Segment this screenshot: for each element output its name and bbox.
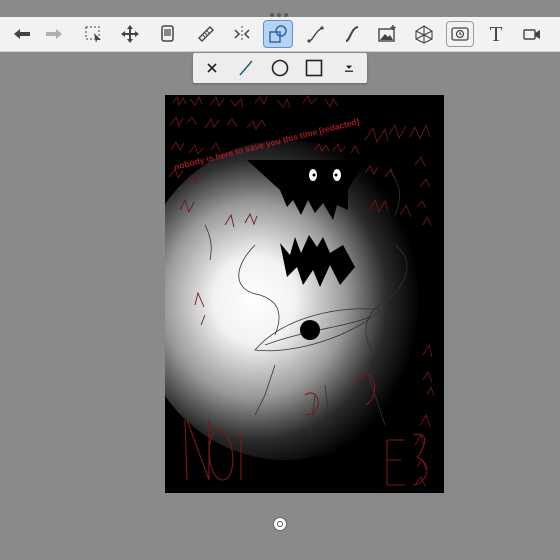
line-icon <box>239 60 253 76</box>
left-pupil <box>312 173 316 177</box>
stroke-button[interactable] <box>338 20 366 48</box>
timelapse-icon <box>451 27 469 41</box>
layers-button[interactable] <box>154 20 182 48</box>
ellipse-icon <box>271 59 289 77</box>
ruler-icon <box>198 26 214 42</box>
drag-handle[interactable] <box>268 4 292 17</box>
symmetry-button[interactable] <box>228 20 256 48</box>
dropdown-icon <box>345 65 353 72</box>
more-options-button[interactable] <box>337 56 361 80</box>
stroke-icon <box>345 26 359 42</box>
rectangle-shape-button[interactable] <box>302 56 326 80</box>
layers-icon <box>161 25 174 42</box>
right-pupil <box>334 173 338 177</box>
curve-icon <box>307 26 324 43</box>
curve-button[interactable] <box>302 20 330 48</box>
selection-button[interactable] <box>80 20 108 48</box>
handle-dot-icon <box>277 521 283 527</box>
symmetry-icon <box>234 26 250 42</box>
close-shapes-button[interactable] <box>200 56 224 80</box>
perspective-icon <box>415 25 433 44</box>
redo-button[interactable] <box>40 20 68 48</box>
eye-pupil <box>300 320 320 340</box>
selection-icon <box>85 26 101 43</box>
ruler-button[interactable] <box>192 20 220 48</box>
undo-button[interactable] <box>8 20 36 48</box>
drawing-canvas[interactable]: nobody is here to save you this time [re… <box>165 95 444 493</box>
perspective-button[interactable] <box>410 20 438 48</box>
video-icon <box>523 29 540 40</box>
text-button[interactable]: T <box>482 20 510 48</box>
redo-arrow-icon <box>46 29 62 39</box>
video-button[interactable] <box>518 20 546 48</box>
timelapse-button[interactable] <box>446 21 474 47</box>
main-toolbar: T <box>0 17 560 52</box>
canvas-handle[interactable] <box>274 518 286 530</box>
undo-arrow-icon <box>14 29 30 39</box>
move-button[interactable] <box>116 20 144 48</box>
image-icon <box>378 25 396 42</box>
close-icon <box>207 63 217 73</box>
line-shape-button[interactable] <box>234 56 258 80</box>
shapes-icon <box>269 25 287 43</box>
rectangle-icon <box>305 59 323 77</box>
artwork: nobody is here to save you this time [re… <box>165 95 444 493</box>
shape-options-bar <box>193 53 367 83</box>
ellipse-shape-button[interactable] <box>268 56 292 80</box>
move-icon <box>121 25 139 43</box>
shapes-button[interactable] <box>263 20 293 48</box>
text-icon: T <box>489 21 503 46</box>
image-button[interactable] <box>373 20 401 48</box>
